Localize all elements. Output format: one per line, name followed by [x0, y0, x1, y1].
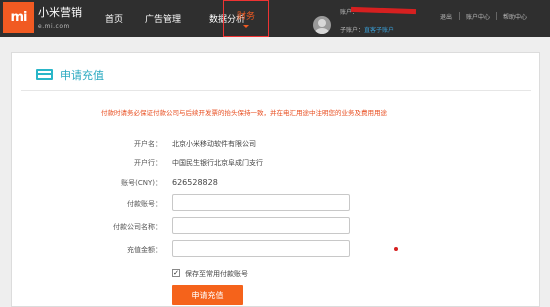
sub-account: 子账户：直客子账户 — [340, 25, 394, 34]
avatar[interactable] — [313, 16, 331, 34]
bank-label: 开户行： — [134, 159, 162, 167]
amount-label: 充值金额： — [127, 246, 162, 254]
brand-name: 小米营销 — [38, 6, 82, 19]
payer-account-input[interactable] — [172, 194, 350, 211]
page-title: 申请充值 — [60, 69, 104, 82]
top-navigation-bar: mi 小米营销 e.mi.com 首页 广告管理 数据分析 财务 账户： 子账户… — [0, 0, 550, 37]
sub-account-link[interactable]: 直客子账户 — [364, 27, 394, 34]
account-center-link[interactable]: 账户中心 — [466, 12, 490, 21]
bank-value: 中国民生银行北京阜成门支行 — [172, 159, 263, 167]
nav-finance-label: 财务 — [236, 12, 255, 22]
payer-company-label: 付款公司名称： — [113, 223, 162, 231]
brand-domain: e.mi.com — [38, 23, 70, 30]
caret-down-icon — [243, 25, 249, 28]
save-account-checkbox[interactable]: ✓ — [172, 269, 180, 277]
account-number-label: 账号(CNY)： — [121, 179, 162, 187]
redaction-mark — [350, 6, 417, 15]
account-name-label: 开户名： — [134, 140, 162, 148]
payer-company-input[interactable] — [172, 217, 350, 234]
account-name-value: 北京小米移动软件有限公司 — [172, 140, 256, 148]
link-separator — [459, 12, 460, 20]
payer-account-label: 付款账号： — [127, 200, 162, 208]
account-number-value: 626528828 — [172, 178, 218, 187]
recharge-card: 申请充值 付款时请务必保证付款公司与后续开发票的抬头保持一致，并在电汇用途中注明… — [11, 52, 540, 307]
nav-ads-management[interactable]: 广告管理 — [134, 0, 192, 37]
title-divider — [21, 90, 531, 91]
payment-notice: 付款时请务必保证付款公司与后续开发票的抬头保持一致，并在电汇用途中注明您的业务及… — [101, 109, 387, 117]
card-payment-icon — [36, 69, 53, 80]
mi-logo[interactable]: mi — [3, 2, 34, 33]
logout-link[interactable]: 退出 — [440, 12, 452, 21]
link-separator — [496, 12, 497, 20]
help-center-link[interactable]: 帮助中心 — [503, 12, 527, 21]
amount-input[interactable] — [172, 240, 350, 257]
brand: 小米营销 e.mi.com — [38, 4, 82, 30]
save-account-label[interactable]: 保存至常用付款账号 — [185, 269, 248, 279]
nav-home[interactable]: 首页 — [97, 0, 131, 37]
sub-account-label: 子账户： — [340, 27, 365, 34]
nav-finance[interactable]: 财务 — [223, 0, 269, 37]
apply-recharge-button[interactable]: 申请充值 — [172, 285, 243, 305]
required-dot — [394, 247, 398, 251]
